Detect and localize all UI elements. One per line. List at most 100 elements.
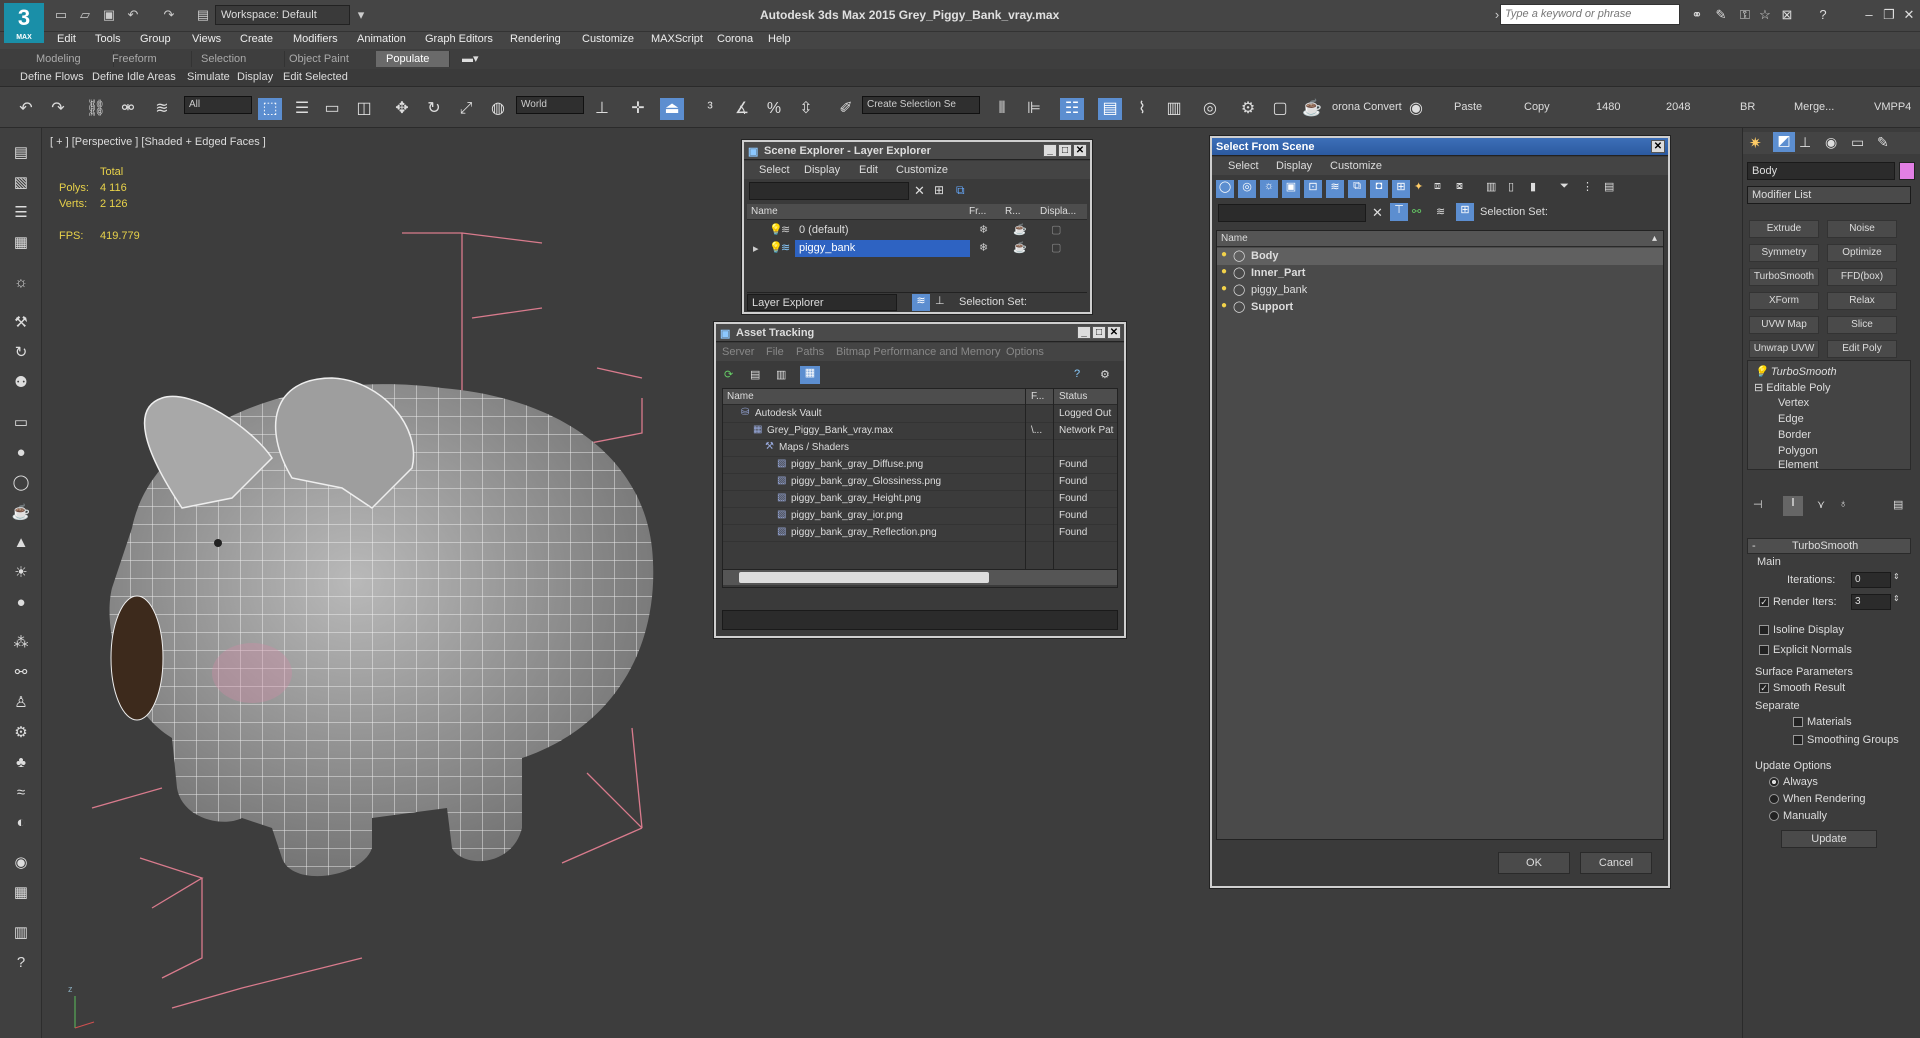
asset-row[interactable]: ▦ Grey_Piggy_Bank_vray.max \... Network Pat	[723, 423, 1117, 440]
utilities-tab-icon[interactable]: ✎	[1877, 134, 1889, 151]
bulb-icon[interactable]: ●	[1221, 249, 1227, 260]
modifier-button[interactable]: Extrude	[1749, 220, 1819, 238]
clear-search-icon[interactable]: ✕	[914, 183, 925, 199]
snaps-toggle-icon[interactable]: ³	[698, 98, 722, 120]
display-spacewarps-icon[interactable]: ≋	[1326, 180, 1344, 198]
se-col-display[interactable]: Displa...	[1040, 206, 1076, 217]
help-icon[interactable]: ?	[1074, 368, 1080, 380]
perspective-viewport[interactable]: [ + ] [Perspective ] [Shaded + Edged Fac…	[42, 128, 1742, 1038]
copy-button[interactable]: Copy	[1524, 101, 1550, 113]
stack-editable-poly[interactable]: ⊟ Editable Poly	[1754, 381, 1831, 394]
br-button[interactable]: BR	[1740, 101, 1755, 113]
spinner-arrows-icon[interactable]: ⇕	[1893, 572, 1900, 581]
particles-icon[interactable]: ⁂	[10, 632, 32, 654]
light-icon[interactable]: ☼	[10, 272, 32, 294]
render-production-icon[interactable]: ☕	[1300, 98, 1324, 120]
sort-arrow-icon[interactable]: ▴	[1652, 233, 1657, 244]
place-icon[interactable]: ◍	[486, 98, 510, 120]
modifier-button[interactable]: UVW Map	[1749, 316, 1819, 334]
unlink-icon[interactable]: ⚮	[116, 98, 140, 120]
schematic-view-icon[interactable]: ▥	[1162, 98, 1186, 120]
list-view-icon[interactable]: ▤	[750, 368, 760, 381]
sphere-icon[interactable]: ●	[10, 442, 32, 464]
se-col-freeze[interactable]: Fr...	[969, 206, 986, 217]
motion-tab-icon[interactable]: ◉	[1825, 134, 1837, 151]
show-end-result-icon[interactable]: Ⅰ	[1783, 496, 1803, 516]
maximize-icon[interactable]: □	[1058, 144, 1072, 157]
asset-tracking-titlebar[interactable]: ▣ Asset Tracking _ □ ✕	[716, 324, 1124, 342]
maximize-icon[interactable]: □	[1092, 326, 1106, 339]
menu-customize[interactable]: Customize	[582, 33, 634, 45]
star-icon[interactable]: ☆	[1756, 6, 1774, 24]
window-crossing-icon[interactable]: ◫	[352, 98, 376, 120]
scene-explorer-titlebar[interactable]: ▣ Scene Explorer - Layer Explorer _ □ ✕	[744, 142, 1090, 160]
isoline-checkbox[interactable]	[1759, 625, 1769, 636]
sfs-search-input[interactable]	[1218, 204, 1366, 222]
corona-convert-button[interactable]: orona Convert	[1332, 101, 1402, 113]
define-idle-areas-button[interactable]: Define Idle Areas	[92, 71, 176, 83]
explorer-mode-dropdown[interactable]: Layer Explorer	[747, 294, 897, 311]
layer-explorer-icon[interactable]: ▤	[1098, 98, 1122, 120]
tab-populate[interactable]: Populate	[376, 51, 450, 67]
modifier-button[interactable]: Noise	[1827, 220, 1897, 238]
piggy-snout[interactable]	[110, 595, 164, 721]
render-teapot-icon[interactable]: ☕	[1013, 223, 1027, 236]
list-icon[interactable]: ☰	[10, 202, 32, 224]
select-object-icon[interactable]: ⬚	[258, 98, 282, 120]
display-geometry-icon[interactable]: ◯	[1216, 180, 1234, 198]
shell-icon[interactable]: ◐	[10, 812, 32, 834]
rotate-icon[interactable]: ↻	[422, 98, 446, 120]
toggle-scene-explorer-icon[interactable]: ☷	[1060, 98, 1084, 120]
material-editor-icon[interactable]: ◎	[1198, 98, 1222, 120]
table-icon[interactable]: ▦	[10, 882, 32, 904]
find-icon[interactable]: ⊞	[934, 183, 944, 197]
modifier-button[interactable]: FFD(box)	[1827, 268, 1897, 286]
materials-checkbox[interactable]	[1793, 717, 1803, 728]
asset-row[interactable]: ▧ piggy_bank_gray_Glossiness.png Found	[723, 474, 1117, 491]
redo-icon[interactable]: ↷	[160, 6, 178, 24]
undo-icon[interactable]: ↶	[14, 98, 38, 120]
ball-icon[interactable]: ●	[10, 592, 32, 614]
filter-icon[interactable]: ⏷	[1560, 180, 1569, 193]
menu-corona[interactable]: Corona	[717, 33, 753, 45]
simulate-button[interactable]: Simulate	[187, 71, 230, 83]
modifier-list-dropdown[interactable]: Modifier List	[1747, 186, 1911, 204]
always-radio[interactable]	[1769, 777, 1779, 788]
hierarchy-icon[interactable]: ⊞	[1456, 203, 1474, 221]
layers-icon[interactable]: ▥	[10, 922, 32, 944]
explicit-normals-checkbox[interactable]	[1759, 645, 1769, 656]
display-box-icon[interactable]: ▢	[1051, 241, 1061, 254]
chevron-down-icon[interactable]: ▾	[352, 6, 370, 24]
create-tab-icon[interactable]: ✷	[1749, 134, 1762, 152]
close-icon[interactable]: ✕	[1900, 6, 1918, 24]
sfs-menu-customize[interactable]: Customize	[1330, 160, 1382, 172]
minimize-icon[interactable]: _	[1077, 326, 1091, 339]
scene-object-row[interactable]: ● ◯ Inner_Part	[1217, 265, 1663, 282]
sun-icon[interactable]: ☀	[10, 562, 32, 584]
se-col-name[interactable]: Name	[751, 206, 778, 217]
asset-row[interactable]: ⚒ Maps / Shaders	[723, 440, 1117, 457]
align-icon[interactable]: ⊫	[1022, 98, 1046, 120]
modify-tab-icon[interactable]: ◩	[1773, 132, 1795, 152]
at-col-full-path[interactable]: F...	[1031, 391, 1044, 402]
plant-icon[interactable]: ♣	[10, 752, 32, 774]
select-all-icon[interactable]: ▥	[1486, 180, 1496, 193]
undo-icon[interactable]: ↶	[124, 6, 142, 24]
hierarchy-tab-icon[interactable]: ⊥	[1799, 134, 1811, 151]
display-bones-icon[interactable]: ⊞	[1392, 180, 1410, 198]
explicit-normals-row[interactable]: Explicit Normals	[1759, 644, 1852, 656]
render-teapot-icon[interactable]: ☕	[1013, 241, 1027, 254]
tab-modeling[interactable]: Modeling	[26, 51, 114, 67]
se-search-input[interactable]	[749, 182, 909, 200]
scrollbar-thumb[interactable]	[739, 572, 989, 583]
object-name-input[interactable]: Body	[1747, 162, 1895, 180]
manually-row[interactable]: Manually	[1769, 810, 1827, 822]
help-icon[interactable]: ?	[10, 952, 32, 974]
display-tab-icon[interactable]: ▭	[1851, 134, 1864, 151]
stack-edge[interactable]: Edge	[1778, 413, 1804, 425]
teapot-icon[interactable]: ☕	[10, 502, 32, 524]
scene-object-row[interactable]: ● ◯ Body	[1217, 248, 1663, 265]
close-icon[interactable]: ✕	[1073, 144, 1087, 157]
mirror-icon[interactable]: ⫴	[990, 98, 1014, 120]
display-shapes-icon[interactable]: ◎	[1238, 180, 1256, 198]
